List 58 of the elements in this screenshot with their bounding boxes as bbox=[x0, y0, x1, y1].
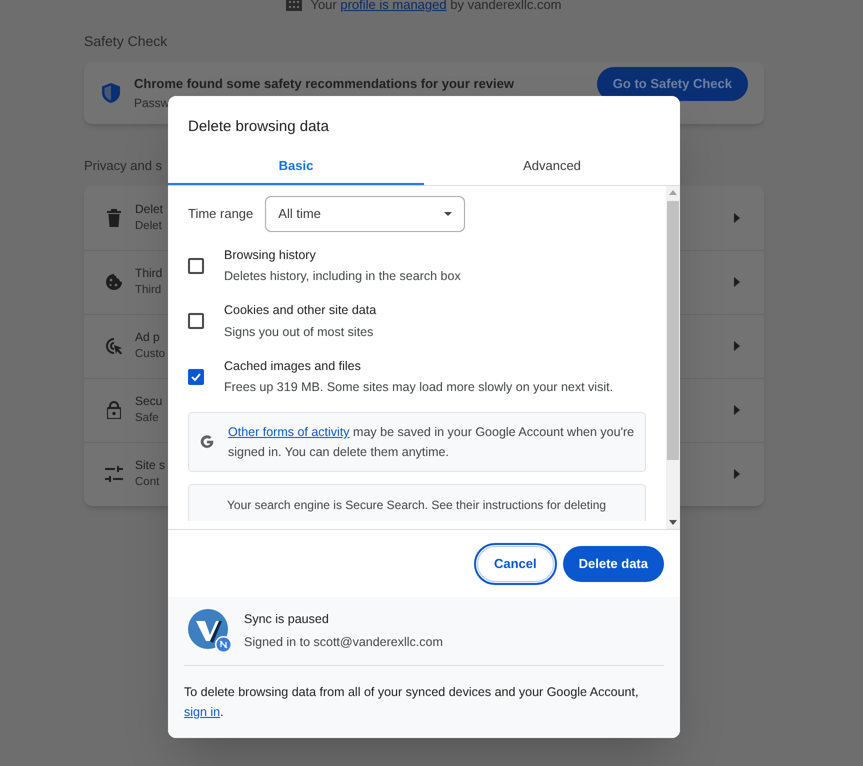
section-heading: Privacy and s bbox=[84, 157, 162, 175]
settings-row-title[interactable]: Secu bbox=[135, 392, 162, 410]
caret-right-icon[interactable] bbox=[734, 469, 740, 479]
settings-row-subtitle: Safe bbox=[135, 411, 160, 426]
scrollbar[interactable] bbox=[666, 186, 680, 529]
safety-check-button[interactable]: Go to Safety Check bbox=[596, 67, 748, 101]
signed-in-account: Signed in to scott@vanderexllc.com bbox=[244, 634, 443, 651]
checkbox[interactable] bbox=[188, 313, 204, 330]
managed-profile-notice: Your profile is managed by vanderexllc.com bbox=[310, 0, 562, 14]
caret-right-icon[interactable] bbox=[734, 341, 740, 351]
dropdown-caret-icon bbox=[444, 212, 452, 216]
settings-row-title[interactable]: Site s bbox=[135, 456, 166, 474]
caret-right-icon[interactable] bbox=[734, 212, 740, 222]
checkbox[interactable] bbox=[188, 368, 204, 385]
activity-link[interactable]: Other forms of activity bbox=[228, 425, 350, 439]
section-heading: Safety Check bbox=[84, 32, 168, 51]
avatar-logo-icon bbox=[188, 609, 228, 649]
tab[interactable]: Advanced bbox=[424, 148, 680, 184]
settings-row-title[interactable]: Ad p bbox=[135, 328, 166, 346]
sign-in-link[interactable]: sign in bbox=[184, 705, 220, 719]
sync-status: Sync is paused bbox=[244, 611, 330, 628]
delete-data-button[interactable]: Delete data bbox=[562, 546, 664, 582]
option-description: Deletes history, including in the search box bbox=[224, 268, 461, 286]
caret-right-icon[interactable] bbox=[734, 277, 740, 287]
cookie-icon bbox=[105, 273, 123, 291]
option-title: Browsing history bbox=[224, 246, 317, 264]
settings-row-subtitle: Delet bbox=[135, 218, 163, 234]
caret-right-icon[interactable] bbox=[734, 405, 740, 415]
safety-check-title: Chrome found some safety recommendations for your review bbox=[134, 75, 514, 94]
search-notice-text: Your search engine is Secure Search. See their instructions for deleting bbox=[227, 498, 606, 512]
checkmark-icon bbox=[190, 370, 202, 383]
dialog-title: Delete browsing data bbox=[187, 117, 330, 137]
cancel-button[interactable]: Cancel bbox=[474, 542, 557, 584]
sliders-icon bbox=[105, 466, 123, 482]
shield-icon bbox=[102, 83, 120, 103]
settings-row-subtitle: Cont bbox=[135, 475, 160, 490]
cursor-target-icon bbox=[105, 337, 123, 355]
settings-row-subtitle: Third bbox=[135, 283, 162, 298]
settings-row-title[interactable]: Third bbox=[135, 264, 162, 282]
google-g-icon bbox=[199, 434, 215, 450]
settings-row-title[interactable]: Delet bbox=[135, 200, 164, 218]
option-title: Cookies and other site data bbox=[224, 302, 376, 319]
settings-row-subtitle: Custo bbox=[135, 347, 166, 362]
trash-icon bbox=[106, 208, 122, 226]
option-title: Cached images and files bbox=[224, 358, 362, 375]
checkbox[interactable] bbox=[188, 258, 204, 274]
option-description: Frees up 319 MB. Some sites may load more slowly on your next visit. bbox=[224, 379, 614, 396]
profile-link[interactable]: profile is managed bbox=[340, 0, 447, 12]
scroll-up-arrow-icon[interactable] bbox=[669, 190, 677, 194]
time-range-label: Time range bbox=[188, 204, 254, 223]
option-description: Signs you out of most sites bbox=[224, 324, 374, 341]
footer-text: To delete browsing data from all of your synced devices and your Google Account, sign in. bbox=[184, 684, 640, 721]
tab[interactable]: Basic bbox=[168, 148, 424, 184]
activity-notice-text: Other forms of activity may be saved in your Google Account when you're signed in. You can delete them anytime. bbox=[228, 424, 635, 461]
scroll-down-arrow-icon[interactable] bbox=[669, 520, 677, 525]
lock-icon bbox=[107, 401, 121, 419]
time-range-dropdown[interactable]: All time bbox=[265, 196, 466, 232]
sync-paused-badge-icon bbox=[215, 636, 232, 653]
